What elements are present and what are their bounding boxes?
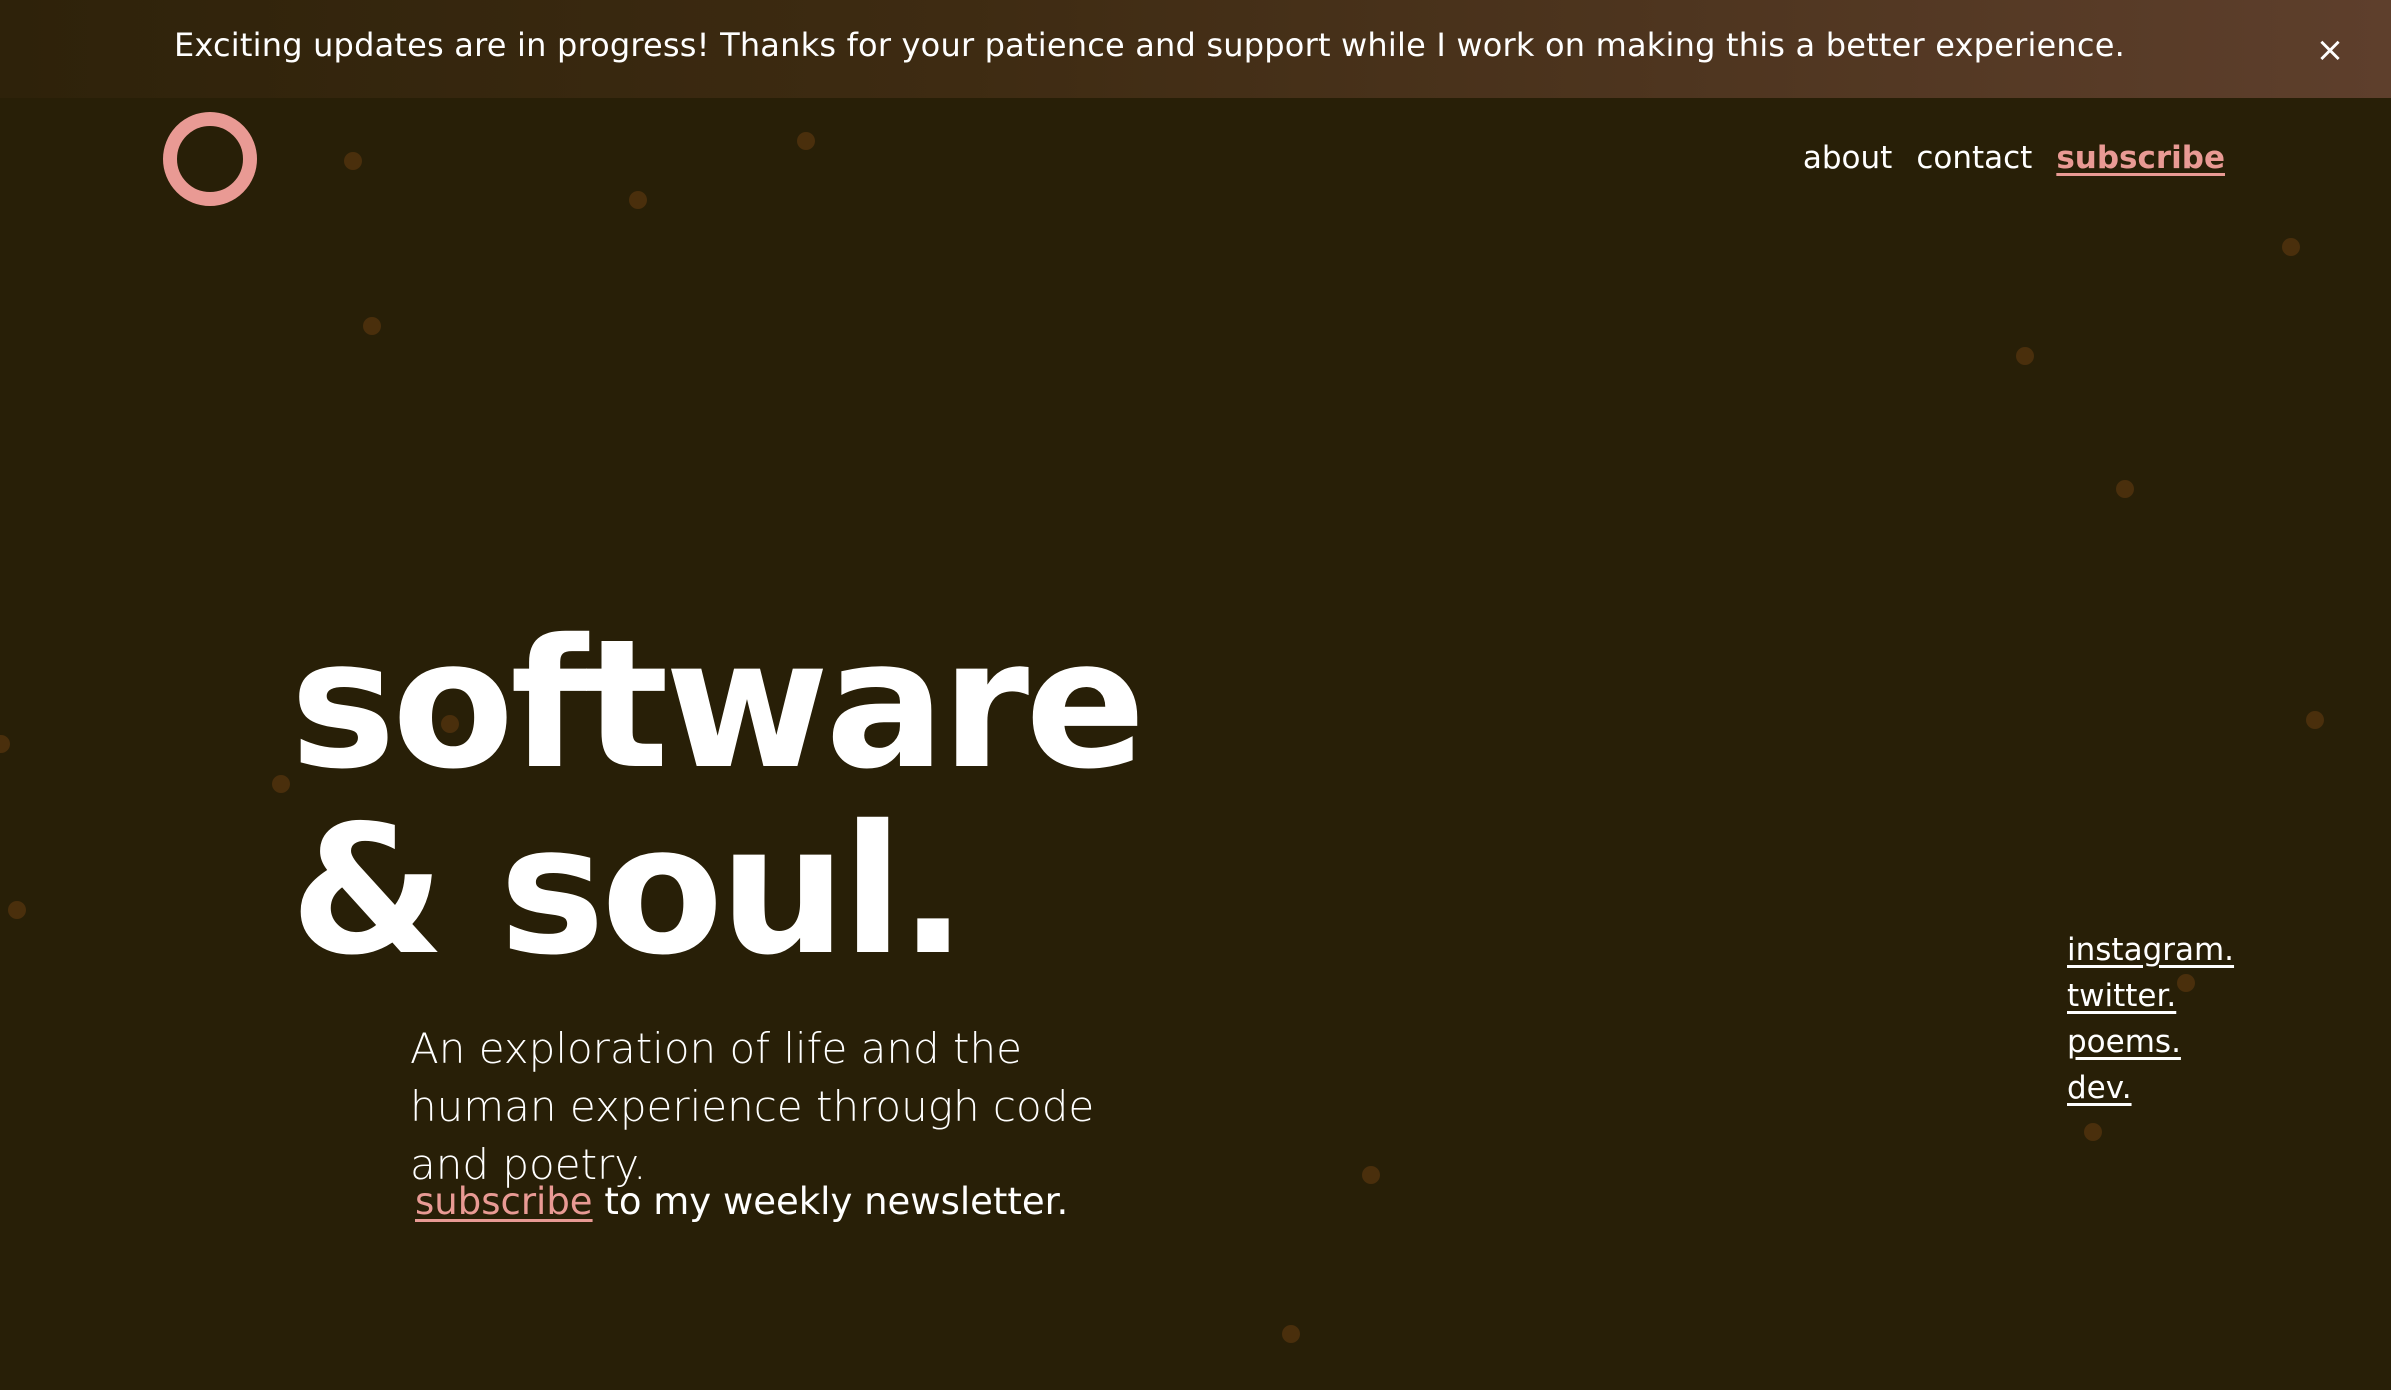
social-links: instagram. twitter. poems. dev. (2067, 927, 2234, 1111)
newsletter-cta: subscribe to my weekly newsletter. (415, 1180, 1068, 1223)
social-link-dev[interactable]: dev. (2067, 1065, 2234, 1111)
newsletter-text: to my weekly newsletter. (592, 1180, 1069, 1223)
nav-link-subscribe[interactable]: subscribe (2056, 140, 2225, 176)
social-link-twitter[interactable]: twitter. (2067, 973, 2234, 1019)
page: Exciting updates are in progress! Thanks… (0, 0, 2391, 1390)
top-nav: about contact subscribe (1803, 140, 2225, 176)
background-dot (1362, 1166, 1380, 1184)
background-dot (2116, 480, 2134, 498)
background-dot (363, 317, 381, 335)
hero-title: software & soul. (290, 601, 1146, 994)
background-dot (272, 775, 290, 793)
background-dot (629, 191, 647, 209)
background-dot (2016, 347, 2034, 365)
background-dot (2282, 238, 2300, 256)
background-dot (8, 901, 26, 919)
social-link-instagram[interactable]: instagram. (2067, 927, 2234, 973)
hero-title-line-1: software (290, 601, 1146, 808)
background-dot (797, 132, 815, 150)
background-dot (344, 152, 362, 170)
hero-title-line-2: & soul. (290, 787, 967, 994)
announcement-banner: Exciting updates are in progress! Thanks… (0, 0, 2391, 98)
banner-message: Exciting updates are in progress! Thanks… (174, 26, 2125, 64)
close-icon[interactable]: × (2310, 30, 2350, 70)
nav-link-contact[interactable]: contact (1916, 140, 2032, 176)
nav-link-about[interactable]: about (1803, 140, 1892, 176)
background-dot (1282, 1325, 1300, 1343)
social-link-poems[interactable]: poems. (2067, 1019, 2234, 1065)
background-dot (2306, 711, 2324, 729)
newsletter-subscribe-link[interactable]: subscribe (415, 1180, 593, 1223)
hero-tagline: An exploration of life and the human exp… (410, 1024, 1095, 1189)
background-dot (2084, 1123, 2102, 1141)
background-dot (0, 735, 10, 753)
logo-ring[interactable] (163, 112, 257, 206)
